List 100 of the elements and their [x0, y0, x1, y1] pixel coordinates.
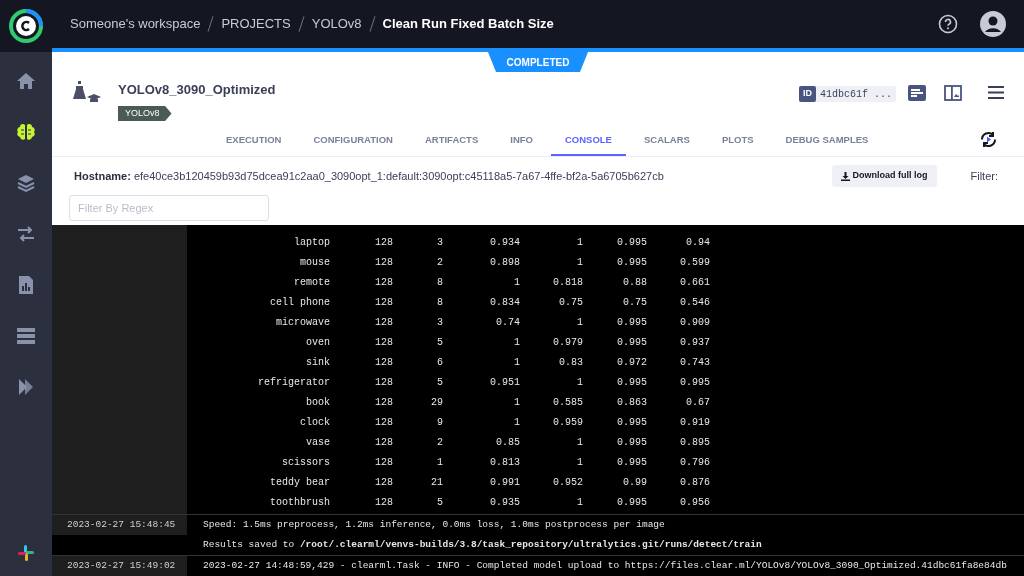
play-icon[interactable] [16, 377, 36, 397]
tab[interactable]: CONFIGURATION [299, 126, 407, 156]
log-line: 2023-02-27 14:48:59,429 - clearml.Task - INFO - Completed model upload to https://files.clear.ml/YOLOv8/YOLOv8_3090_Optimized.41dbc61fa8e84db [203, 558, 1007, 573]
table-cell-text: 0.67 [685, 395, 710, 410]
table-cell-text: 1 [513, 355, 520, 370]
table-cell-text: 0.661 [679, 275, 710, 290]
table-cell-text: 0.956 [679, 495, 710, 510]
table-cell-text: sink [305, 355, 330, 370]
table-cell-text: 0.995 [616, 335, 647, 350]
table-icon[interactable] [16, 326, 36, 346]
table-cell-text: 0.937 [679, 335, 710, 350]
table-cell-text: 1 [576, 235, 583, 250]
table-cell-text: microwave [275, 315, 330, 330]
table-cell-text: 8 [436, 275, 443, 290]
tab[interactable]: PLOTS [707, 126, 768, 156]
table-cell-text: 0.863 [616, 395, 647, 410]
table-cell-text: 0.876 [679, 475, 710, 490]
table-cell-text: 1 [436, 455, 443, 470]
menu-icon[interactable] [988, 86, 1004, 99]
brain-icon[interactable] [16, 122, 36, 142]
table-cell-text: 128 [374, 495, 393, 510]
table-cell-text: 0.546 [679, 295, 710, 310]
table-cell-text: 5 [436, 495, 443, 510]
table-cell-text: 2 [436, 435, 443, 450]
table-cell-text: 3 [436, 315, 443, 330]
table-cell-text: 128 [374, 335, 393, 350]
table-cell-text: 128 [374, 235, 393, 250]
refresh-icon[interactable] [979, 130, 998, 149]
hostname-text: Hostname: efe40ce3b120459b93d75dcea91c2aa0_3090opt_1:default:3090opt:c45118a5-7a67-4ffe-bf2a-5a6705b627cb [74, 168, 664, 184]
breadcrumb-link[interactable]: Clean Run Fixed Batch Size [382, 14, 554, 34]
table-cell-text: 3 [436, 235, 443, 250]
table-cell-text: 128 [374, 295, 393, 310]
logo-icon[interactable] [9, 9, 43, 43]
table-cell-text: 9 [436, 415, 443, 430]
table-cell-text: 0.585 [552, 395, 583, 410]
tag[interactable]: YOLOv8 [118, 106, 172, 121]
table-cell-text: 0.995 [616, 235, 647, 250]
tab[interactable]: SCALARS [629, 126, 704, 156]
table-cell-text: 1 [513, 335, 520, 350]
table-cell-text: 128 [374, 355, 393, 370]
table-cell-text: 0.919 [679, 415, 710, 430]
table-cell-text: 0.995 [616, 255, 647, 270]
table-cell-text: mouse [299, 255, 330, 270]
table-cell-text: 1 [576, 455, 583, 470]
help-icon[interactable] [938, 14, 958, 34]
table-cell-text: 1 [576, 315, 583, 330]
table-cell-text: 128 [374, 275, 393, 290]
breadcrumb-link[interactable]: PROJECTS [221, 14, 291, 34]
layout-icon[interactable] [944, 85, 962, 101]
table-cell-text: 128 [374, 375, 393, 390]
table-cell-text: 128 [374, 315, 393, 330]
table-cell-text: 0.898 [489, 255, 520, 270]
breadcrumb-link[interactable]: Someone's workspace [70, 14, 201, 34]
table-cell-text: 0.599 [679, 255, 710, 270]
table-cell-text: 0.818 [552, 275, 583, 290]
table-cell-text: clock [299, 415, 330, 430]
table-cell-text: 0.972 [616, 355, 647, 370]
table-cell-text: 0.995 [616, 495, 647, 510]
arrows-icon[interactable] [16, 224, 36, 244]
table-cell-text: 0.995 [616, 455, 647, 470]
table-cell-text: 128 [374, 415, 393, 430]
table-cell-text: 0.952 [552, 475, 583, 490]
table-cell-text: 0.813 [489, 455, 520, 470]
table-cell-text: 21 [430, 475, 443, 490]
table-cell-text: 128 [374, 435, 393, 450]
table-cell-text: 8 [436, 295, 443, 310]
report-icon[interactable] [16, 275, 36, 295]
table-cell-text: 128 [374, 255, 393, 270]
table-cell-text: 128 [374, 395, 393, 410]
home-icon[interactable] [16, 71, 36, 91]
tab[interactable]: EXECUTION [212, 126, 296, 156]
download-log-button[interactable]: Download full log [831, 165, 937, 187]
table-cell-text: 0.74 [495, 315, 520, 330]
table-cell-text: 0.995 [616, 435, 647, 450]
table-cell-text: toothbrush [269, 495, 330, 510]
table-cell-text: 1 [576, 375, 583, 390]
table-cell-text: 0.895 [679, 435, 710, 450]
table-cell-text: 0.995 [679, 375, 710, 390]
breadcrumb-link[interactable]: YOLOv8 [311, 14, 362, 34]
slack-icon[interactable] [17, 544, 35, 562]
table-cell-text: 1 [513, 275, 520, 290]
table-cell-text: book [305, 395, 330, 410]
filter-field[interactable]: Filter By Regex [69, 195, 269, 221]
tab[interactable]: CONSOLE [550, 126, 626, 156]
table-cell-text: 0.88 [622, 275, 647, 290]
user-avatar-icon[interactable] [980, 11, 1006, 37]
table-cell-text: 1 [513, 415, 520, 430]
table-cell-text: 0.83 [558, 355, 583, 370]
id-badge[interactable]: ID 41dbc61f ... [799, 86, 896, 102]
table-cell-text: 0.834 [489, 295, 520, 310]
table-cell-text: 0.75 [558, 295, 583, 310]
id-label: ID [799, 86, 816, 102]
details-panel-icon[interactable] [908, 85, 926, 101]
tab[interactable]: ARTIFACTS [410, 126, 493, 156]
table-cell-text: 0.85 [495, 435, 520, 450]
layers-icon[interactable] [16, 173, 36, 193]
table-cell-text: 0.99 [622, 475, 647, 490]
tab[interactable]: INFO [496, 126, 547, 156]
tab[interactable]: DEBUG SAMPLES [771, 126, 883, 156]
table-cell-text: 1 [576, 495, 583, 510]
